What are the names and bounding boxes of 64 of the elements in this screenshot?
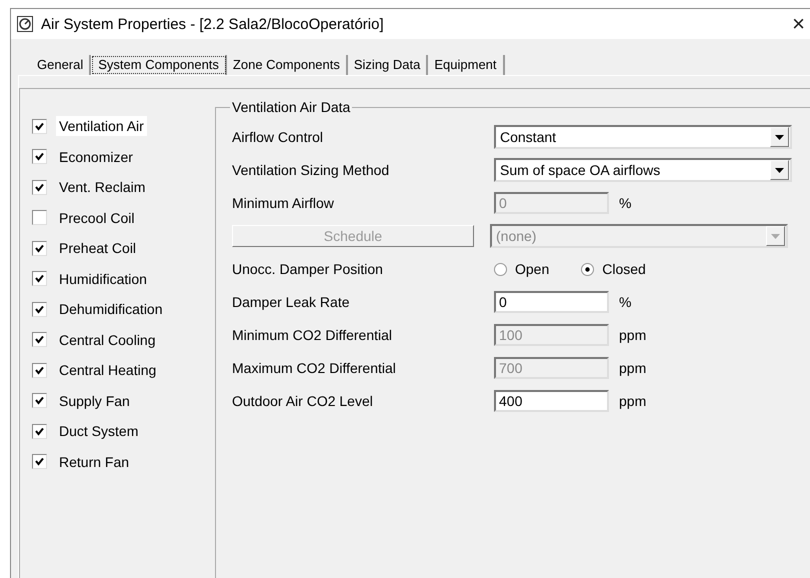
field-label: Ventilation Sizing Method [232,162,390,178]
field-label: Minimum CO2 Differential [232,327,394,343]
check-icon [35,274,44,283]
component-label[interactable]: Ventilation Air [56,116,147,136]
unit-label: ppm [619,360,646,376]
field-label: Outdoor Air CO2 Level [232,393,374,409]
caret-icon [775,134,784,140]
component-label[interactable]: Central Cooling [56,330,158,350]
close-button[interactable]: × [792,13,810,35]
checkbox[interactable] [32,118,47,134]
component-label[interactable]: Precool Coil [56,208,138,228]
checkbox[interactable] [32,180,47,194]
component-label[interactable]: Central Heating [56,360,160,380]
field-label: Airflow Control [232,129,324,145]
radio-label: Closed [602,261,646,277]
checkbox[interactable] [32,240,47,256]
caret-icon [775,168,784,172]
component-label[interactable]: Duct System [56,421,142,441]
unit-label: ppm [619,327,646,343]
check-icon [35,152,44,161]
checkbox[interactable] [32,149,47,164]
checkbox[interactable] [32,332,47,347]
field-label: Damper Leak Rate [232,294,351,310]
checkbox[interactable] [32,454,47,469]
radio-button[interactable] [494,262,507,276]
component-label[interactable]: Preheat Coil [56,238,140,258]
check-icon [35,335,44,344]
field-label: Unocc. Damper Position [232,261,384,277]
unit-label: ppm [619,393,646,409]
tab[interactable]: System Components [91,55,227,75]
app-icon [17,16,33,32]
checkbox[interactable] [32,393,47,408]
checkbox[interactable] [32,362,47,378]
group-title: Ventilation Air Data [231,99,352,115]
caret-icon [771,234,780,238]
input-field[interactable]: 0 [494,291,609,313]
radio-label: Open [515,261,550,277]
check-icon [35,182,44,192]
check-icon [35,396,44,405]
dropdown[interactable]: Sum of space OA airflows [494,158,792,182]
checkbox[interactable] [32,210,47,225]
checkbox[interactable] [32,302,47,316]
check-icon [35,304,44,314]
component-label[interactable]: Dehumidification [56,299,166,319]
checkbox[interactable] [32,271,47,286]
unit-label: % [619,294,632,310]
component-label[interactable]: Humidification [56,268,150,288]
component-label[interactable]: Return Fan [56,452,132,472]
window-title: Air System Properties - [2.2 Sala2/BlocoOperatório] [41,16,385,32]
field-label: Maximum CO2 Differential [232,360,397,376]
check-icon [35,457,44,466]
input-field[interactable]: 400 [494,390,609,412]
component-label[interactable]: Economizer [56,146,136,166]
check-icon [35,122,44,130]
check-icon [35,244,44,252]
checkbox[interactable] [32,424,47,438]
check-icon [35,366,44,374]
check-icon [35,426,44,436]
dropdown[interactable]: Constant [494,125,792,149]
field-label: Minimum Airflow [232,195,335,211]
component-label[interactable]: Supply Fan [56,390,133,410]
component-label[interactable]: Vent. Reclaim [56,177,148,197]
unit-label: % [619,195,632,211]
radio-button[interactable] [581,262,594,276]
